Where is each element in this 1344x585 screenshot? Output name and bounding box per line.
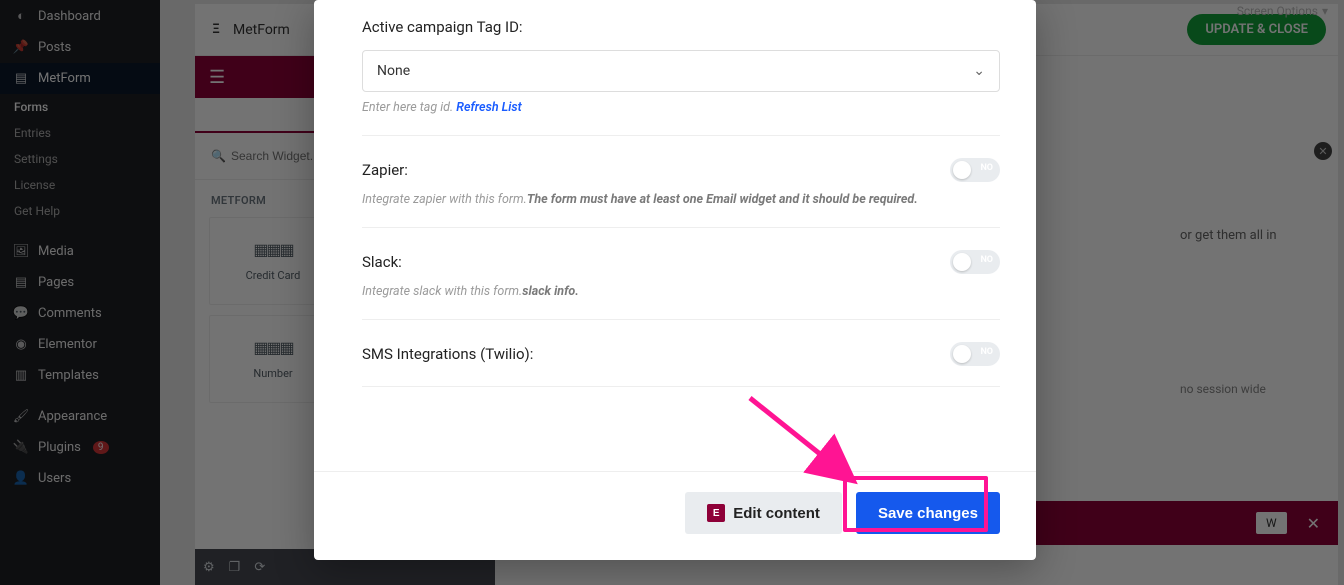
divider — [362, 135, 1000, 136]
zapier-toggle[interactable]: NO — [950, 158, 1000, 182]
form-settings-modal: Active campaign Tag ID: None ⌄ Enter her… — [314, 0, 1036, 560]
select-value: None — [377, 63, 410, 79]
zapier-desc-bold: The form must have at least one Email wi… — [527, 192, 918, 207]
elementor-icon: E — [707, 504, 725, 522]
refresh-list-link[interactable]: Refresh List — [456, 100, 521, 115]
tag-helper: Enter here tag id. Refresh List — [362, 100, 1000, 115]
divider — [362, 386, 1000, 387]
tag-id-label: Active campaign Tag ID: — [362, 18, 1000, 36]
zapier-title: Zapier: — [362, 161, 408, 179]
slack-title: Slack: — [362, 253, 402, 271]
save-changes-label: Save changes — [878, 505, 978, 522]
sms-toggle[interactable]: NO — [950, 342, 1000, 366]
divider — [362, 319, 1000, 320]
helper-text: Enter here tag id. — [362, 100, 456, 115]
zapier-desc: Integrate zapier with this form.The form… — [362, 192, 1000, 207]
edit-content-button[interactable]: E Edit content — [685, 492, 842, 534]
slack-desc: Integrate slack with this form.slack inf… — [362, 284, 1000, 299]
toggle-text: NO — [980, 347, 993, 357]
chevron-down-icon: ⌄ — [973, 63, 985, 79]
toggle-text: NO — [980, 163, 993, 173]
modal-body: Active campaign Tag ID: None ⌄ Enter her… — [314, 0, 1036, 471]
slack-desc-pre: Integrate slack with this form. — [362, 284, 522, 299]
toggle-knob — [953, 345, 971, 363]
slack-row: Slack: NO — [362, 250, 1000, 274]
toggle-text: NO — [980, 255, 993, 265]
slack-desc-bold: slack info. — [522, 284, 579, 299]
edit-content-label: Edit content — [733, 505, 820, 522]
zapier-desc-pre: Integrate zapier with this form. — [362, 192, 527, 207]
toggle-knob — [953, 253, 971, 271]
sms-title: SMS Integrations (Twilio): — [362, 345, 533, 363]
save-changes-button[interactable]: Save changes — [856, 492, 1000, 534]
divider — [362, 227, 1000, 228]
toggle-knob — [953, 161, 971, 179]
zapier-row: Zapier: NO — [362, 158, 1000, 182]
sms-row: SMS Integrations (Twilio): NO — [362, 342, 1000, 366]
slack-toggle[interactable]: NO — [950, 250, 1000, 274]
tag-id-select[interactable]: None ⌄ — [362, 50, 1000, 92]
modal-footer: E Edit content Save changes — [314, 471, 1036, 560]
